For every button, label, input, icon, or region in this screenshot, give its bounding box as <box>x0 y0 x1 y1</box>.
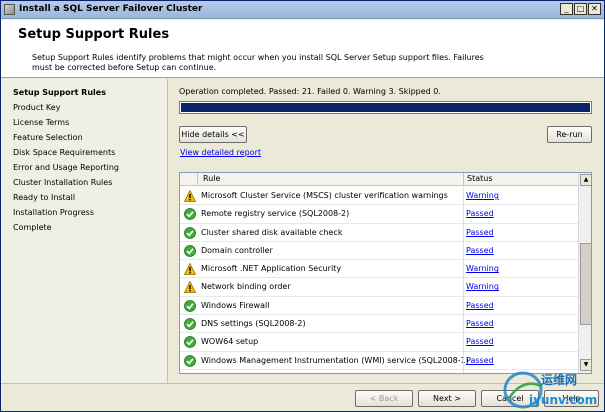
rule-name: Domain controller <box>201 245 273 255</box>
rule-name: Windows Firewall <box>201 300 270 310</box>
check-icon <box>184 244 196 257</box>
warning-icon <box>184 281 196 294</box>
header-separator <box>463 173 464 186</box>
minimize-button[interactable]: _ <box>560 3 573 15</box>
watermark-cn-text: 运维网 <box>541 372 577 387</box>
check-icon <box>184 299 196 312</box>
page-title: Setup Support Rules <box>18 27 170 42</box>
header-separator <box>197 173 198 186</box>
table-row[interactable]: Windows Firewall Passed <box>180 297 578 316</box>
page-description: Setup Support Rules identify problems th… <box>32 53 484 72</box>
sidebar-item-installation-progress[interactable]: Installation Progress <box>13 208 94 217</box>
table-row[interactable]: Remote registry service (SQL2008-2) Passe… <box>180 205 578 224</box>
check-icon <box>184 208 196 221</box>
rule-status-link[interactable]: Passed <box>466 356 494 365</box>
check-icon <box>184 354 196 367</box>
sidebar-item-ready-to-install[interactable]: Ready to Install <box>13 193 75 202</box>
site-watermark: 运维网 iyunv.com <box>503 371 597 409</box>
rule-name: WOW64 setup <box>201 337 259 347</box>
rerun-button[interactable]: Re-run <box>547 126 592 143</box>
rule-status-link[interactable]: Warning <box>466 191 499 200</box>
scroll-up-arrow-icon[interactable]: ▲ <box>580 174 591 186</box>
operation-status-text: Operation completed. Passed: 21. Failed … <box>179 87 441 96</box>
sidebar-item-cluster-installation-rules[interactable]: Cluster Installation Rules <box>13 178 112 187</box>
watermark-en-text: iyunv.com <box>529 393 597 407</box>
next-button[interactable]: Next > <box>418 390 476 407</box>
check-icon <box>184 226 196 239</box>
grid-scrollbar[interactable]: ▲ ▼ <box>578 173 591 373</box>
rule-status-link[interactable]: Passed <box>466 246 494 255</box>
app-icon <box>4 4 15 15</box>
table-row[interactable]: Microsoft .NET Application Security Warni… <box>180 260 578 279</box>
hide-details-button[interactable]: Hide details << <box>179 126 247 143</box>
grid-rows: Microsoft Cluster Service (MSCS) cluster… <box>180 187 578 370</box>
rule-name: Microsoft .NET Application Security <box>201 264 342 274</box>
close-button[interactable]: ✕ <box>588 3 601 15</box>
rule-name: Cluster shared disk available check <box>201 227 343 237</box>
scrollbar-thumb[interactable] <box>580 243 591 325</box>
check-icon <box>184 336 196 349</box>
rule-status-link[interactable]: Passed <box>466 209 494 218</box>
rule-name: DNS settings (SQL2008-2) <box>201 319 306 329</box>
sidebar-item-disk-space-requirements[interactable]: Disk Space Requirements <box>13 148 115 157</box>
rules-grid: Rule Status Microsoft Cluster Service (M… <box>179 172 592 374</box>
rule-status-link[interactable]: Warning <box>466 282 499 291</box>
rule-status-link[interactable]: Warning <box>466 264 499 273</box>
rule-status-link[interactable]: Passed <box>466 301 494 310</box>
table-row[interactable]: Cluster shared disk available check Passe… <box>180 224 578 242</box>
title-bar: Install a SQL Server Failover Cluster _ … <box>1 1 604 19</box>
sidebar-item-product-key[interactable]: Product Key <box>13 103 60 112</box>
table-row[interactable]: Network binding order Warning <box>180 278 578 297</box>
rule-status-link[interactable]: Passed <box>466 337 494 346</box>
page-header: Setup Support Rules Setup Support Rules … <box>1 20 604 78</box>
rule-status-link[interactable]: Passed <box>466 228 494 237</box>
wizard-steps-sidebar: Setup Support Rules Product Key License … <box>1 79 168 383</box>
sidebar-item-complete[interactable]: Complete <box>13 223 52 232</box>
installer-window: Install a SQL Server Failover Cluster _ … <box>0 0 605 412</box>
table-row[interactable]: DNS settings (SQL2008-2) Passed <box>180 315 578 334</box>
column-divider <box>463 187 464 373</box>
check-icon <box>184 318 196 330</box>
sidebar-item-setup-support-rules[interactable]: Setup Support Rules <box>13 88 106 97</box>
main-panel: Operation completed. Passed: 21. Failed … <box>169 79 604 383</box>
column-header-rule[interactable]: Rule <box>203 174 220 183</box>
rule-name: Network binding order <box>201 282 291 292</box>
rule-name: Microsoft Cluster Service (MSCS) cluster… <box>201 191 448 200</box>
rule-status-link[interactable]: Passed <box>466 319 494 328</box>
table-row[interactable]: WOW64 setup Passed <box>180 333 578 352</box>
table-row[interactable]: Domain controller Passed <box>180 242 578 261</box>
progress-bar <box>179 101 592 114</box>
rule-name: Remote registry service (SQL2008-2) <box>201 209 350 219</box>
sidebar-item-error-usage-reporting[interactable]: Error and Usage Reporting <box>13 163 119 172</box>
back-button[interactable]: < Back <box>355 390 413 407</box>
sidebar-item-feature-selection[interactable]: Feature Selection <box>13 133 83 142</box>
warning-icon <box>184 190 196 202</box>
grid-header: Rule Status <box>180 173 578 186</box>
view-detailed-report-link[interactable]: View detailed report <box>180 148 261 157</box>
sidebar-item-license-terms[interactable]: License Terms <box>13 118 69 127</box>
maximize-button[interactable]: □ <box>574 3 587 15</box>
warning-icon <box>184 263 196 276</box>
column-header-status[interactable]: Status <box>467 174 493 183</box>
rule-name: Windows Management Instrumentation (WMI)… <box>201 355 469 365</box>
table-row[interactable]: Microsoft Cluster Service (MSCS) cluster… <box>180 187 578 206</box>
window-title: Install a SQL Server Failover Cluster <box>19 4 203 14</box>
progress-bar-fill <box>181 103 590 112</box>
